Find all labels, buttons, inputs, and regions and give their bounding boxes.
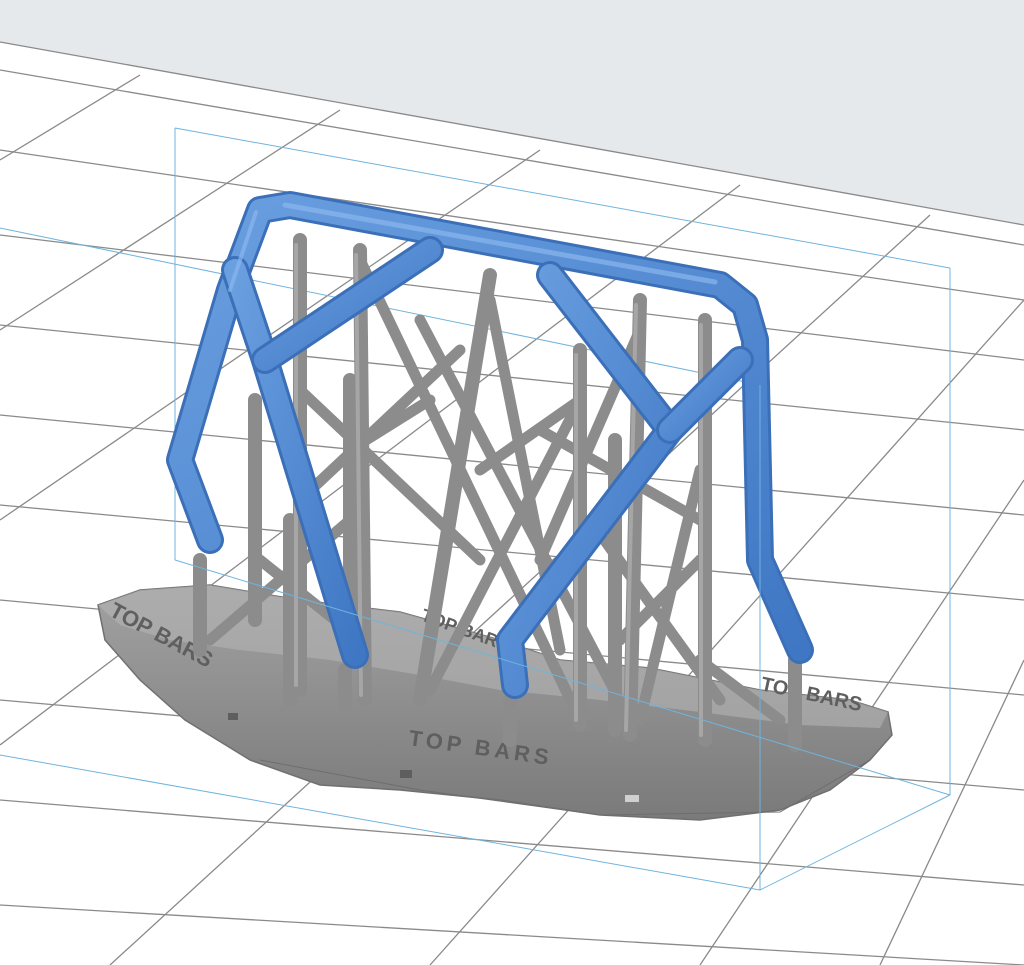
scene-canvas[interactable]: TOP BARS TOP BARS TOP BARS TOP BARS: [0, 0, 1024, 965]
3d-viewport[interactable]: TOP BARS TOP BARS TOP BARS TOP BARS: [0, 0, 1024, 965]
viewport-backdrop: [0, 0, 1024, 225]
